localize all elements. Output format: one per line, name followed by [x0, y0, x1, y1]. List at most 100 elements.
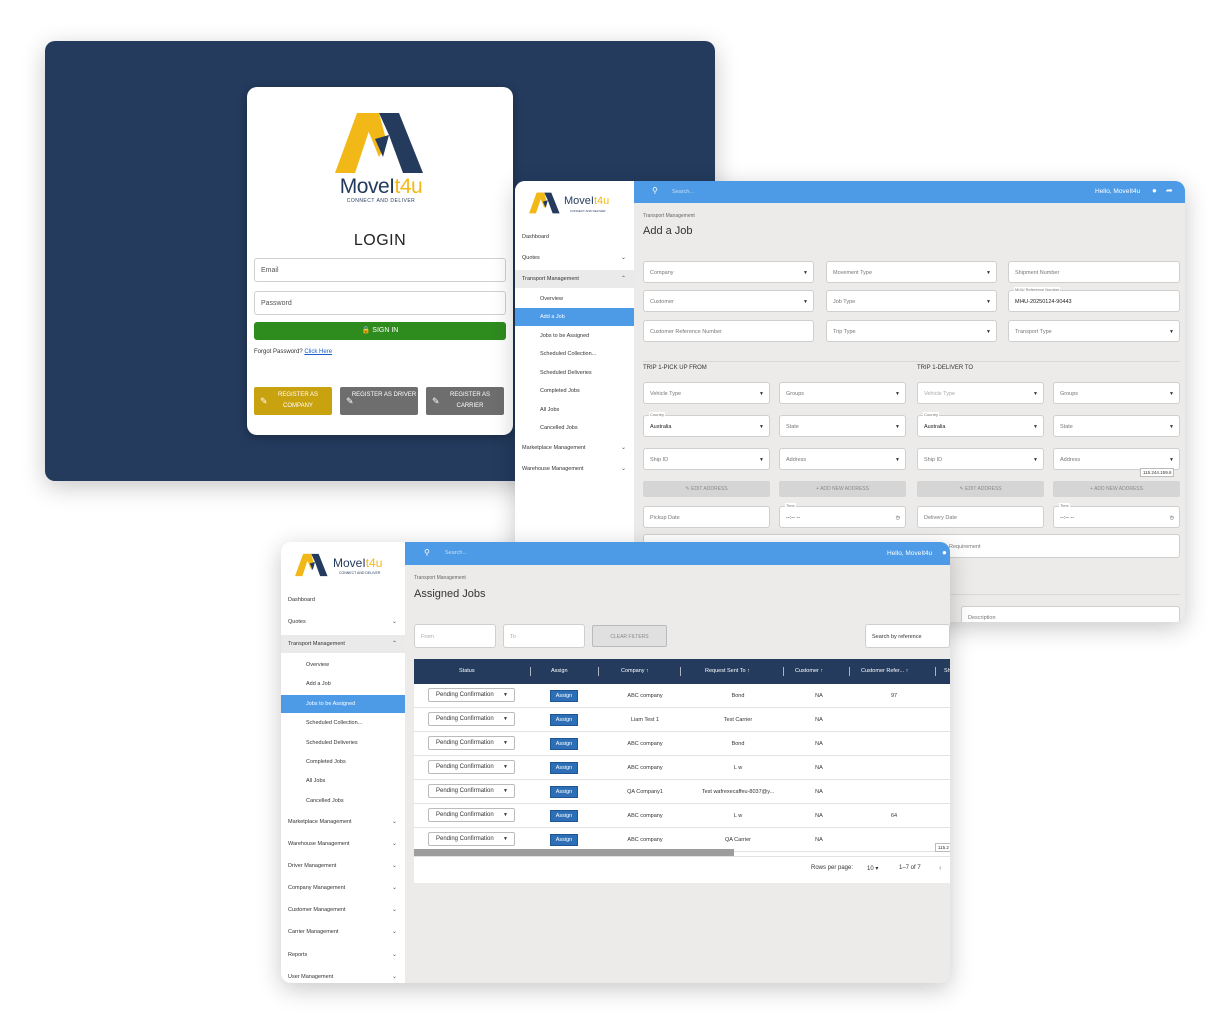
pickup-vehicle-type-select[interactable]: Vehicle Type ▼ — [643, 382, 770, 404]
customer-reference-field[interactable]: Customer Reference Number — [643, 320, 814, 342]
col-assign[interactable]: Assign — [551, 659, 568, 684]
assign-button[interactable]: Assign — [550, 786, 578, 798]
deliver-state-select[interactable]: State ▼ — [1053, 415, 1180, 437]
pickup-address-select[interactable]: Address ▼ — [779, 448, 906, 470]
nav-cancelled-jobs[interactable]: Cancelled Jobs — [281, 792, 405, 810]
user-icon[interactable]: ● — [1152, 186, 1157, 195]
sign-in-button[interactable]: 🔒 SIGN IN — [254, 322, 506, 340]
nav-scheduled-collection[interactable]: Scheduled Collection... — [515, 345, 634, 363]
pickup-country-select[interactable]: Country Australia ▼ — [643, 412, 770, 437]
nav-jobs-to-be-assigned[interactable]: Jobs to be Assigned — [515, 327, 634, 345]
to-date-filter[interactable]: To — [503, 624, 585, 648]
deliver-address-select[interactable]: Address ▼ — [1053, 448, 1180, 470]
col-status[interactable]: Status — [459, 659, 475, 684]
nav-completed-jobs[interactable]: Completed Jobs — [281, 753, 405, 771]
company-select[interactable]: Company ▼ — [643, 261, 814, 283]
register-company-button[interactable]: ✎ REGISTER AS COMPANY — [254, 387, 332, 415]
deliver-groups-select[interactable]: Groups ▼ — [1053, 382, 1180, 404]
transport-type-select[interactable]: Transport Type ▼ — [1008, 320, 1180, 342]
from-date-filter[interactable]: From — [414, 624, 496, 648]
deliver-add-address-button[interactable]: + ADD NEW ADDRESS — [1053, 481, 1180, 497]
register-carrier-button[interactable]: ✎ REGISTER AS CARRIER — [426, 387, 504, 415]
logout-icon[interactable]: ➦ — [1166, 186, 1173, 195]
nav-company[interactable]: Company Management ⌄ — [281, 879, 405, 897]
customer-select[interactable]: Customer ▼ — [643, 290, 814, 312]
user-icon[interactable]: ● — [942, 548, 947, 557]
nav-scheduled-deliveries[interactable]: Scheduled Deliveries — [515, 364, 634, 382]
nav-marketplace[interactable]: Marketplace Management ⌄ — [515, 439, 634, 457]
deliver-edit-address-button[interactable]: ✎ EDIT ADDRESS — [917, 481, 1044, 497]
nav-dashboard[interactable]: Dashboard — [515, 228, 634, 246]
nav-dashboard[interactable]: Dashboard — [281, 591, 405, 609]
nav-customer[interactable]: Customer Management ⌄ — [281, 901, 405, 919]
nav-quotes[interactable]: Quotes ⌄ — [281, 613, 405, 631]
nav-add-job[interactable]: Add a Job — [515, 308, 634, 326]
pickup-edit-address-button[interactable]: ✎ EDIT ADDRESS — [643, 481, 770, 497]
nav-add-job[interactable]: Add a Job — [281, 675, 405, 693]
status-select[interactable]: Pending Confirmation ▼ — [428, 808, 515, 822]
nav-user[interactable]: User Management ⌄ — [281, 968, 405, 983]
horizontal-scrollbar[interactable] — [414, 849, 734, 856]
nav-transport[interactable]: Transport Management ⌃ — [281, 635, 405, 653]
assign-button[interactable]: Assign — [550, 810, 578, 822]
password-field[interactable]: Password — [254, 291, 506, 315]
nav-reports[interactable]: Reports ⌄ — [281, 946, 405, 964]
status-select[interactable]: Pending Confirmation ▼ — [428, 760, 515, 774]
shipment-number-field[interactable]: Shipment Number — [1008, 261, 1180, 283]
nav-driver[interactable]: Driver Management ⌄ — [281, 857, 405, 875]
pickup-groups-select[interactable]: Groups ▼ — [779, 382, 906, 404]
col-sh[interactable]: Sh — [944, 659, 950, 684]
col-request-sent-to[interactable]: Request Sent To ↑ — [705, 659, 750, 684]
nav-all-jobs[interactable]: All Jobs — [515, 401, 634, 419]
status-select[interactable]: Pending Confirmation ▼ — [428, 736, 515, 750]
status-select[interactable]: Pending Confirmation ▼ — [428, 712, 515, 726]
click-here-link[interactable]: Click Here — [304, 349, 332, 355]
pickup-time-field[interactable]: Time --:-- -- ◷ — [779, 503, 906, 528]
search-icon[interactable]: ⚲ — [652, 186, 658, 195]
nav-warehouse[interactable]: Warehouse Management ⌄ — [281, 835, 405, 853]
deliver-country-select[interactable]: Country Australia ▼ — [917, 412, 1044, 437]
nav-all-jobs[interactable]: All Jobs — [281, 772, 405, 790]
nav-carrier[interactable]: Carrier Management ⌄ — [281, 923, 405, 941]
trip-type-select[interactable]: Trip Type ▼ — [826, 320, 997, 342]
search-reference-field[interactable]: Search by reference — [865, 624, 950, 648]
status-select[interactable]: Pending Confirmation ▼ — [428, 688, 515, 702]
email-field[interactable]: Email — [254, 258, 506, 282]
deliver-ship-id-select[interactable]: Ship ID ▼ — [917, 448, 1044, 470]
nav-warehouse[interactable]: Warehouse Management ⌄ — [515, 460, 634, 478]
job-type-select[interactable]: Job Type ▼ — [826, 290, 997, 312]
delivery-time-field[interactable]: Time --:-- -- ◷ — [1053, 503, 1180, 528]
nav-marketplace[interactable]: Marketplace Management ⌄ — [281, 813, 405, 831]
status-select[interactable]: Pending Confirmation ▼ — [428, 832, 515, 846]
nav-cancelled-jobs[interactable]: Cancelled Jobs — [515, 419, 634, 437]
prev-page-icon[interactable]: ‹ — [939, 863, 942, 872]
delivery-date-field[interactable]: Delivery Date — [917, 506, 1044, 528]
description-field[interactable]: Description — [961, 606, 1180, 622]
pickup-ship-id-select[interactable]: Ship ID ▼ — [643, 448, 770, 470]
rows-per-page-select[interactable]: 10 ▾ — [867, 865, 878, 872]
register-driver-button[interactable]: ✎ REGISTER AS DRIVER — [340, 387, 418, 415]
pickup-add-address-button[interactable]: + ADD NEW ADDRESS — [779, 481, 906, 497]
nav-jobs-to-be-assigned[interactable]: Jobs to be Assigned — [281, 695, 405, 713]
col-customer[interactable]: Customer ↑ — [795, 659, 823, 684]
deliver-vehicle-type-select[interactable]: Vehicle Type ▼ — [917, 382, 1044, 404]
assign-button[interactable]: Assign — [550, 738, 578, 750]
pickup-date-field[interactable]: Pickup Date — [643, 506, 770, 528]
nav-transport[interactable]: Transport Management ⌃ — [515, 270, 634, 288]
col-customer-reference[interactable]: Customer Refer... ↑ — [861, 659, 908, 684]
movement-type-select[interactable]: Movement Type ▼ — [826, 261, 997, 283]
nav-overview[interactable]: Overview — [281, 656, 405, 674]
assign-button[interactable]: Assign — [550, 762, 578, 774]
nav-scheduled-collection[interactable]: Scheduled Collection... — [281, 714, 405, 732]
search-icon[interactable]: ⚲ — [424, 548, 430, 557]
nav-quotes[interactable]: Quotes ⌄ — [515, 249, 634, 267]
pickup-state-select[interactable]: State ▼ — [779, 415, 906, 437]
nav-completed-jobs[interactable]: Completed Jobs — [515, 382, 634, 400]
assign-button[interactable]: Assign — [550, 690, 578, 702]
search-input[interactable]: Search... — [672, 189, 694, 195]
status-select[interactable]: Pending Confirmation ▼ — [428, 784, 515, 798]
clear-filters-button[interactable]: CLEAR FILTERS — [592, 625, 667, 647]
col-company[interactable]: Company ↑ — [621, 659, 649, 684]
search-input[interactable]: Search... — [445, 550, 467, 556]
nav-scheduled-deliveries[interactable]: Scheduled Deliveries — [281, 734, 405, 752]
